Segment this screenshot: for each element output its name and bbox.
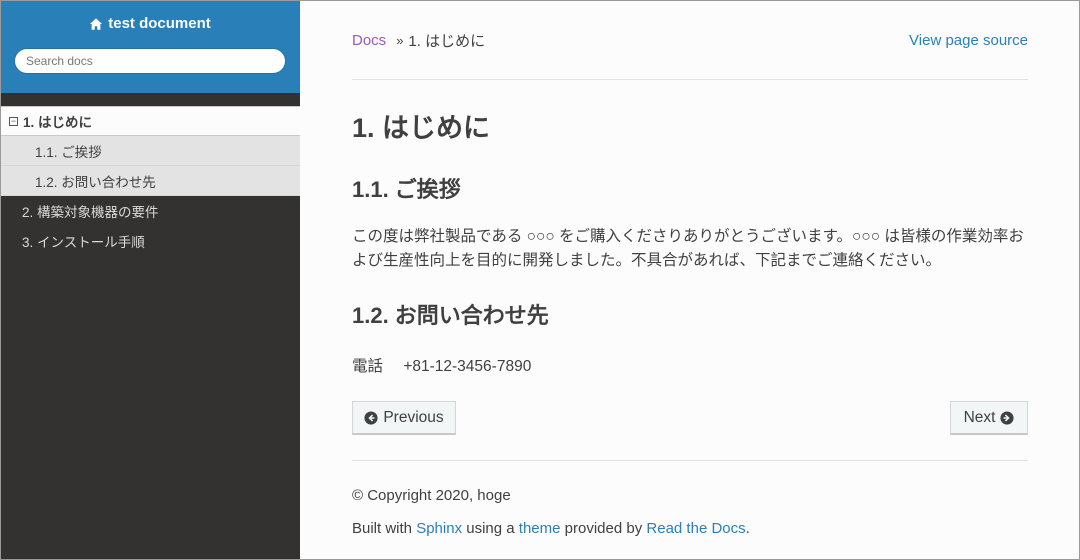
nav-subitem-label: 1.1. ご挨拶	[35, 144, 102, 160]
arrow-right-circle-icon	[1000, 410, 1014, 425]
copyright-text: © Copyright 2020, hoge	[352, 487, 511, 504]
nav-item-requirements[interactable]: 2. 構築対象機器の要件	[0, 196, 300, 226]
breadcrumb-current: 1. はじめに	[408, 32, 486, 50]
previous-button-label: Previous	[383, 408, 444, 426]
nav-subitem-contact[interactable]: 1.2. お問い合わせ先	[0, 166, 300, 196]
main-content: Docs » 1. はじめに View page source 1. はじめに …	[300, 0, 1080, 560]
phone-label: 電話	[352, 358, 384, 375]
footer-period: .	[745, 520, 750, 537]
phone-number: +81-12-3456-7890	[403, 358, 532, 375]
read-the-docs-link[interactable]: Read the Docs	[646, 520, 745, 537]
page-title: 1. はじめに	[352, 113, 491, 143]
previous-button[interactable]: Previous	[352, 401, 456, 435]
section-heading-contact: 1.2. お問い合わせ先	[352, 303, 549, 328]
footer-divider	[352, 460, 1028, 461]
provided-by-label: provided by	[564, 520, 643, 537]
nav-item-label: 3. インストール手順	[22, 235, 145, 250]
header-divider	[352, 79, 1028, 80]
nav-subitem-label: 1.2. お問い合わせ先	[35, 174, 156, 190]
nav-item-intro[interactable]: − 1. はじめに	[0, 106, 300, 136]
arrow-left-circle-icon	[364, 410, 378, 425]
section-heading-greeting: 1.1. ご挨拶	[352, 177, 461, 202]
built-with-label: Built with	[352, 520, 413, 537]
using-a-label: using a	[466, 520, 515, 537]
next-button[interactable]: Next	[950, 401, 1028, 435]
phone-line: 電話 +81-12-3456-7890	[352, 354, 531, 376]
next-button-label: Next	[963, 408, 996, 426]
project-home-link[interactable]: test document	[89, 15, 211, 32]
nav-item-label: 1. はじめに	[23, 115, 93, 130]
home-icon	[90, 17, 103, 30]
built-with-text: Built with Sphinx using a theme provided…	[352, 520, 750, 537]
collapse-toggle-icon[interactable]: −	[9, 116, 18, 126]
project-title: test document	[108, 15, 211, 32]
nav-item-install[interactable]: 3. インストール手順	[0, 226, 300, 256]
greeting-paragraph: この度は弊社製品である ○○○ をご購入くださりありがとうございます。○○○ は…	[352, 228, 1024, 269]
sphinx-link[interactable]: Sphinx	[416, 520, 462, 537]
breadcrumb-separator: »	[396, 32, 404, 48]
nav-item-label: 2. 構築対象機器の要件	[22, 205, 159, 220]
sidebar-nav: − 1. はじめに 1.1. ご挨拶 1.2. お問い合わせ先 2. 構築対象機…	[0, 106, 300, 256]
nav-subitem-greeting[interactable]: 1.1. ご挨拶	[0, 136, 300, 166]
search-input[interactable]	[14, 47, 286, 74]
view-source-link[interactable]: View page source	[909, 32, 1028, 49]
sidebar-header: test document	[0, 0, 300, 93]
theme-link[interactable]: theme	[519, 520, 561, 537]
breadcrumb: Docs » 1. はじめに View page source	[352, 30, 1028, 50]
sidebar: test document − 1. はじめに 1.1. ご挨拶 1.2. お問…	[0, 0, 300, 560]
breadcrumb-docs-link[interactable]: Docs	[352, 32, 386, 49]
